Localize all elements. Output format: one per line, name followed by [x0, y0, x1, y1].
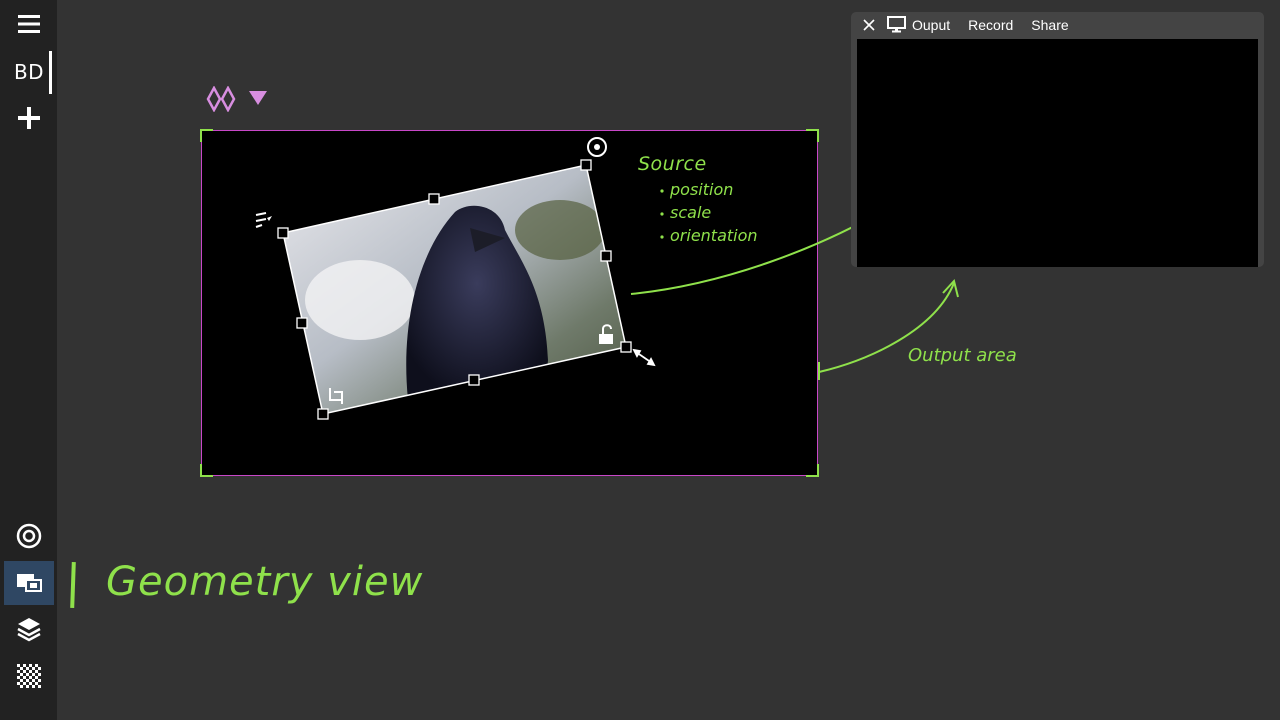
annotation-bullet-orientation: orientation — [670, 226, 758, 245]
output-preview — [857, 39, 1258, 267]
output-window-header: Ouput Record Share — [851, 12, 1264, 37]
source-image — [283, 165, 626, 414]
rotate-handle-icon — [587, 137, 607, 157]
monitor-icon — [887, 16, 906, 33]
close-icon — [863, 18, 875, 31]
align-menu-icon — [255, 212, 272, 228]
annotation-source-title: Source — [638, 153, 707, 175]
close-button[interactable] — [851, 12, 887, 37]
tab-output-label: Ouput — [912, 16, 951, 33]
annotation-output-area: Output area — [908, 345, 1017, 366]
annotation-bullet-position: position — [670, 180, 734, 199]
annotation-bullet-scale: scale — [670, 203, 712, 222]
resize-arrow-icon — [632, 348, 656, 367]
tab-share[interactable]: Share — [1031, 17, 1068, 33]
tab-record[interactable]: Record — [968, 17, 1013, 33]
tab-output[interactable]: Ouput — [887, 16, 950, 33]
annotation-geometry-view: Geometry view — [106, 559, 424, 605]
output-window: Ouput Record Share — [851, 12, 1264, 267]
